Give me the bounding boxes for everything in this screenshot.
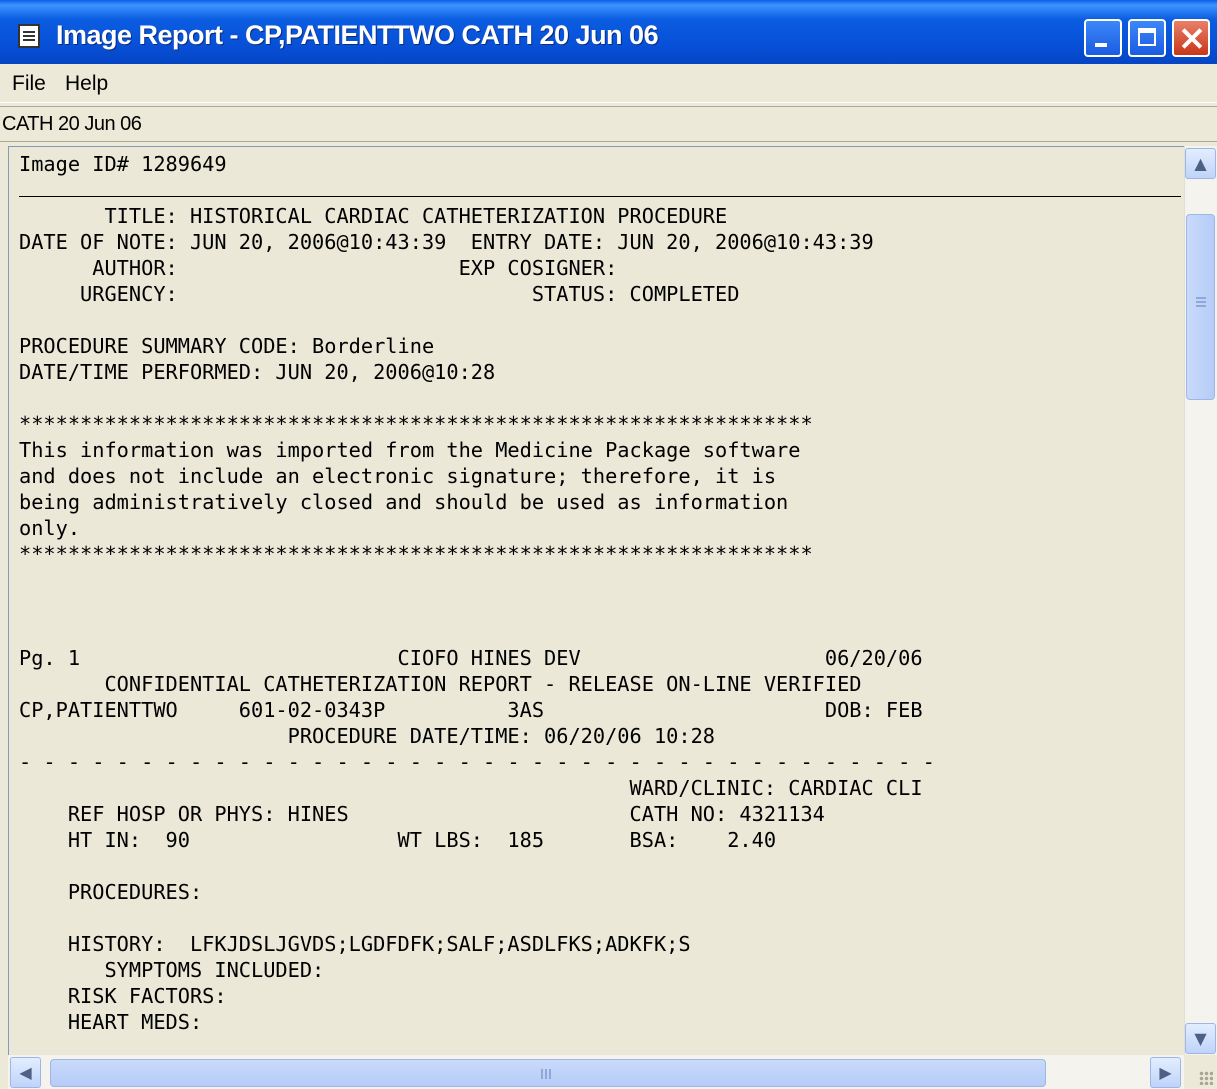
vertical-scroll-thumb[interactable] — [1186, 214, 1215, 400]
minimize-button[interactable] — [1084, 19, 1122, 57]
resize-grip-icon[interactable] — [1184, 1055, 1217, 1089]
maximize-button[interactable] — [1128, 19, 1166, 57]
arrow-right-icon[interactable]: ▶ — [1150, 1057, 1181, 1088]
report-line: PROCEDURE DATE/TIME: 06/20/06 10:28 — [19, 724, 715, 748]
report-line: URGENCY: STATUS: COMPLETED — [19, 282, 740, 306]
report-line: WARD/CLINIC: CARDIAC CLI — [19, 776, 923, 800]
image-report-window: Image Report - CP,PATIENTTWO CATH 20 Jun… — [0, 0, 1217, 1089]
arrow-down-icon[interactable]: ▼ — [1185, 1023, 1216, 1054]
report-line: - - - - - - - - - - - - - - - - - - - - … — [19, 750, 935, 774]
report-line: DATE/TIME PERFORMED: JUN 20, 2006@10:28 — [19, 360, 496, 384]
close-button[interactable] — [1172, 19, 1210, 57]
report-line: PROCEDURES: — [19, 880, 203, 904]
report-line: ****************************************… — [19, 412, 813, 436]
report-line: SYMPTOMS INCLUDED: — [19, 958, 325, 982]
report-header-bar: CATH 20 Jun 06 — [0, 106, 1217, 142]
separator-line — [19, 186, 1181, 197]
report-line: and does not include an electronic signa… — [19, 464, 777, 488]
report-line: AUTHOR: EXP COSIGNER: — [19, 256, 618, 280]
report-line: ****************************************… — [19, 542, 813, 566]
document-icon — [18, 24, 40, 48]
arrow-left-icon[interactable]: ◀ — [10, 1057, 41, 1088]
horizontal-scroll-thumb[interactable] — [50, 1059, 1046, 1087]
report-text: Image ID# 1289649 TITLE: HISTORICAL CARD… — [19, 151, 1181, 1035]
report-body: TITLE: HISTORICAL CARDIAC CATHETERIZATIO… — [19, 204, 935, 1034]
report-line: PROCEDURE SUMMARY CODE: Borderline — [19, 334, 435, 358]
arrow-up-icon[interactable]: ▲ — [1185, 148, 1216, 179]
report-line: CONFIDENTIAL CATHETERIZATION REPORT - RE… — [19, 672, 862, 696]
image-id: Image ID# 1289649 — [19, 152, 227, 176]
report-line: DATE OF NOTE: JUN 20, 2006@10:43:39 ENTR… — [19, 230, 874, 254]
report-text-area[interactable]: Image ID# 1289649 TITLE: HISTORICAL CARD… — [8, 146, 1217, 1089]
report-line: CP,PATIENTTWO 601-02-0343P 3AS DOB: FEB — [19, 698, 923, 722]
report-line: Pg. 1 CIOFO HINES DEV 06/20/06 — [19, 646, 923, 670]
report-line: TITLE: HISTORICAL CARDIAC CATHETERIZATIO… — [19, 204, 728, 228]
menu-file[interactable]: File — [12, 72, 46, 96]
report-line: This information was imported from the M… — [19, 438, 801, 462]
report-line: HT IN: 90 WT LBS: 185 BSA: 2.40 — [19, 828, 777, 852]
report-line: HISTORY: LFKJDSLJGVDS;LGDFDFK;SALF;ASDLF… — [19, 932, 691, 956]
menu-help[interactable]: Help — [65, 72, 108, 96]
report-line: HEART MEDS: — [19, 1010, 203, 1034]
menu-bar: File Help — [0, 64, 1217, 103]
window-title: Image Report - CP,PATIENTTWO CATH 20 Jun… — [56, 20, 659, 50]
report-header-label: CATH 20 Jun 06 — [2, 113, 142, 135]
report-line: only. — [19, 516, 81, 540]
title-bar[interactable]: Image Report - CP,PATIENTTWO CATH 20 Jun… — [0, 0, 1217, 64]
report-line: being administratively closed and should… — [19, 490, 789, 514]
report-line: REF HOSP OR PHYS: HINES CATH NO: 4321134 — [19, 802, 825, 826]
report-line: RISK FACTORS: — [19, 984, 227, 1008]
